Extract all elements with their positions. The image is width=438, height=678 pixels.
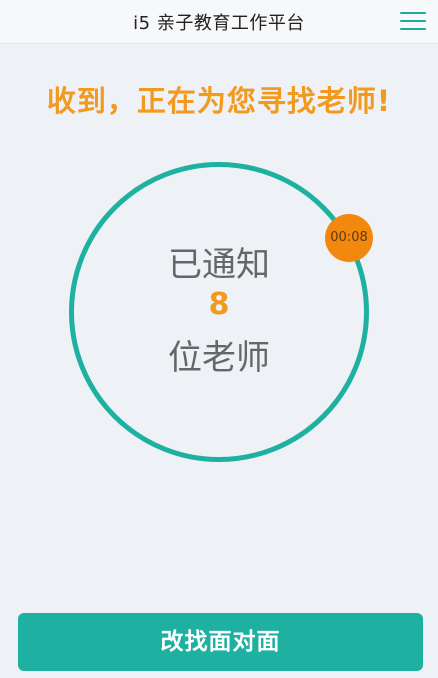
- app-title: i5 亲子教育工作平台: [133, 13, 305, 34]
- timer-badge: 00:08: [325, 214, 373, 262]
- menu-line: [400, 12, 426, 14]
- teacher-unit-label: 位老师: [168, 338, 270, 378]
- app-header: i5 亲子教育工作平台: [0, 0, 438, 44]
- menu-line: [400, 28, 426, 30]
- teacher-count: 8: [208, 287, 230, 322]
- menu-line: [400, 20, 426, 22]
- hamburger-menu-icon[interactable]: [400, 9, 426, 33]
- status-message: 收到，正在为您寻找老师!: [46, 84, 392, 118]
- switch-to-face-to-face-button[interactable]: 改找面对面: [18, 613, 423, 671]
- notified-label: 已通知: [168, 245, 270, 285]
